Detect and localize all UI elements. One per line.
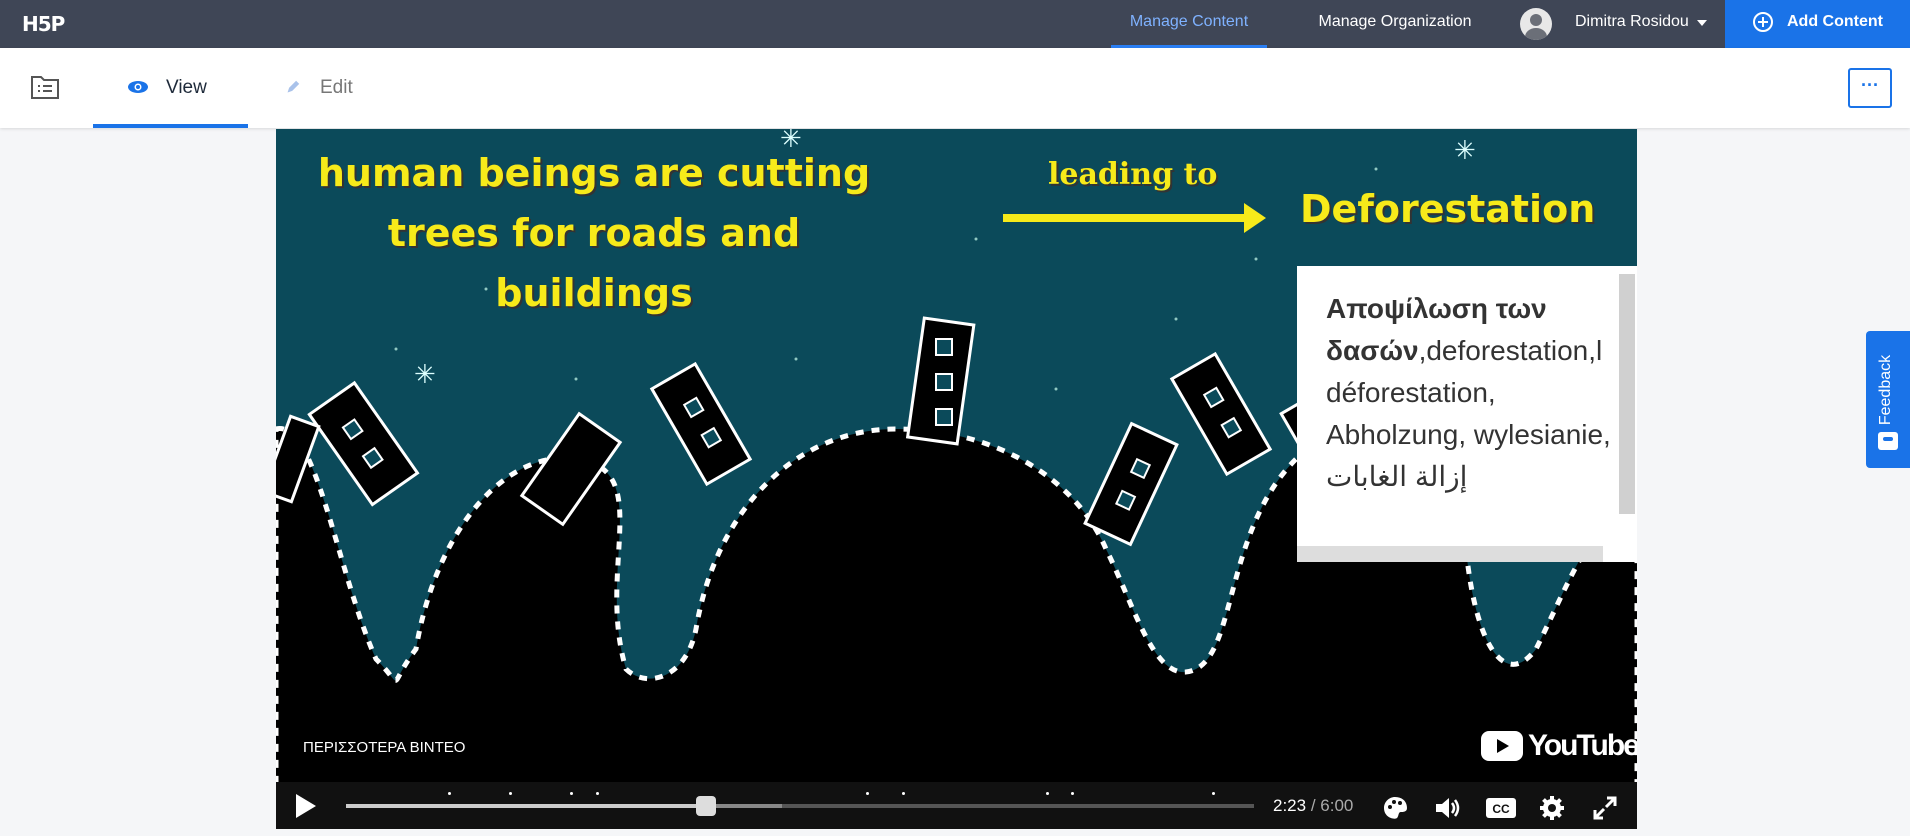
cue-marker[interactable] [596,792,599,795]
tab-view[interactable]: View [93,48,248,128]
video-player[interactable]: ✳ ✳ ✳ human beings are cutting trees for… [276,129,1637,829]
video-result: Deforestation [1300,187,1596,231]
cue-marker[interactable] [1212,792,1215,795]
feedback-label: Feedback [1877,354,1894,426]
seek-handle[interactable] [696,796,717,816]
play-icon[interactable] [296,794,316,818]
video-leading-to: leading to [1048,157,1218,192]
tab-edit[interactable]: Edit [262,48,382,128]
feedback-tab[interactable]: Feedback [1866,331,1910,468]
eye-icon [128,81,148,93]
volume-icon[interactable] [1433,794,1461,822]
overlay-text: Αποψίλωση των δασών,deforestation,l défo… [1326,288,1626,498]
cue-marker[interactable] [866,792,869,795]
duration: 6:00 [1320,796,1354,815]
tab-edit-label: Edit [320,77,353,98]
bookmarks-palette-icon[interactable] [1381,794,1409,822]
seek-bar[interactable] [346,792,1254,808]
user-name[interactable]: Dimitra Rosidou [1575,0,1689,44]
gear-icon[interactable] [1538,794,1566,822]
h5p-logo[interactable]: H5P [22,12,65,36]
overlay-vertical-scrollbar[interactable] [1619,274,1635,514]
more-options-button[interactable]: ··· [1848,68,1892,108]
cue-marker[interactable] [509,792,512,795]
captions-icon[interactable]: CC [1484,794,1518,822]
current-time: 2:23 [1273,796,1307,815]
time-display: 2:23 / 6:00 [1273,796,1353,816]
folder-list-icon[interactable] [30,74,60,100]
youtube-play-icon [1481,731,1523,761]
plus-circle-icon [1753,12,1773,32]
chat-icon [1878,432,1898,450]
add-content-label: Add Content [1787,13,1883,30]
youtube-wordmark: YouTube [1528,729,1637,762]
svg-text:CC: CC [1492,802,1510,816]
played-bar [346,804,707,808]
pencil-icon [287,80,300,93]
time-separator: / [1310,796,1316,815]
cue-marker[interactable] [1071,792,1074,795]
nav-manage-content[interactable]: Manage Content [1111,0,1267,48]
cue-marker[interactable] [448,792,451,795]
sparkle-icon: ✳ [1454,135,1476,165]
cue-marker[interactable] [570,792,573,795]
overlay-horizontal-scrollbar[interactable] [1297,546,1603,562]
video-controls: 2:23 / 6:00 CC [276,782,1637,829]
cue-marker[interactable] [1046,792,1049,795]
top-navigation-bar: H5P Manage Content Manage Organization D… [0,0,1910,48]
avatar[interactable] [1520,8,1552,40]
more-videos-label[interactable]: ΠΕΡΙΣΣΟΤΕΡΑ ΒΙΝΤΕΟ [303,739,465,756]
tab-view-label: View [166,77,207,98]
youtube-logo[interactable]: YouTube [1481,729,1637,765]
fullscreen-icon[interactable] [1591,794,1619,822]
video-headline: human beings are cutting trees for roads… [317,151,871,315]
add-content-button[interactable]: Add Content [1725,0,1910,48]
sparkle-icon: ✳ [414,359,436,389]
cue-marker[interactable] [902,792,905,795]
interaction-text-overlay[interactable]: Αποψίλωση των δασών,deforestation,l défo… [1297,266,1637,562]
content-toolbar: View Edit ··· [0,48,1910,128]
nav-manage-organization[interactable]: Manage Organization [1300,0,1490,48]
chevron-down-icon[interactable] [1697,20,1707,26]
